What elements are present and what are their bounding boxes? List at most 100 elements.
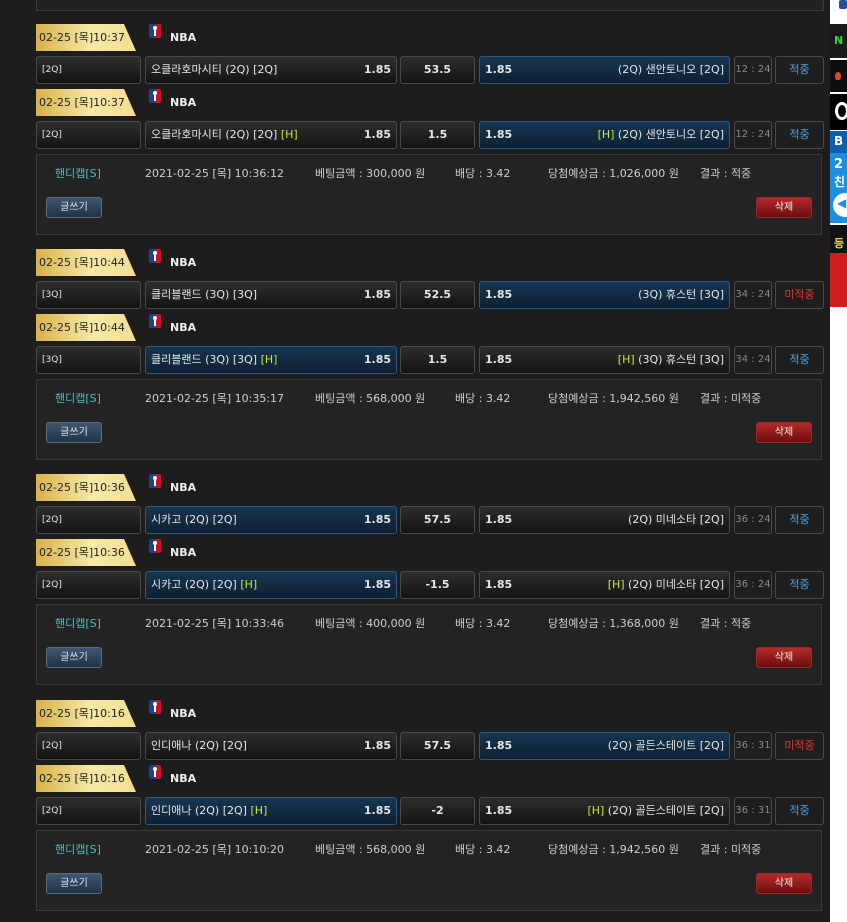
- sidebar-banner-red-label[interactable]: 등: [830, 233, 847, 253]
- write-button[interactable]: 글쓰기: [46, 422, 102, 443]
- bet-amount: 베팅금액 : 568,000 원: [315, 392, 426, 405]
- bet-odds: 배당 : 3.42: [455, 617, 511, 630]
- line-value[interactable]: -2: [400, 797, 475, 825]
- period-cell: [2Q]: [36, 797, 141, 825]
- sidebar-banner-b[interactable]: B: [830, 131, 847, 153]
- sidebar-banner-red[interactable]: [830, 253, 847, 307]
- date-badge: 02-25 [목]10:37: [36, 24, 136, 51]
- home-team-name: 인디애나 (2Q) [2Q]: [151, 733, 247, 759]
- away-team-label: (2Q) 골든스테이트 [2Q]: [607, 804, 724, 817]
- away-team-name: [H] (2Q) 샌안토니오 [2Q]: [598, 122, 724, 148]
- away-team-name: [H] (2Q) 골든스테이트 [2Q]: [587, 798, 724, 824]
- bet-type: 핸디캡[S]: [55, 392, 101, 405]
- home-team-option[interactable]: 클리블랜드 (3Q) [3Q] [H] 1.85: [145, 346, 397, 374]
- result-status: 적중: [775, 506, 824, 534]
- league-label: NBA: [170, 321, 197, 334]
- home-odds: 1.85: [363, 128, 391, 141]
- nba-logo-icon: [148, 314, 162, 328]
- away-team-option[interactable]: 1.85 [H] (3Q) 휴스턴 [3Q]: [479, 346, 730, 374]
- away-team-option[interactable]: 1.85 [H] (2Q) 샌안토니오 [2Q]: [479, 121, 730, 149]
- line-value[interactable]: -1.5: [400, 571, 475, 599]
- game-time: 12 : 24: [734, 56, 772, 84]
- home-team-option[interactable]: 시카고 (2Q) [2Q] 1.85: [145, 506, 397, 534]
- league-label: NBA: [170, 707, 197, 720]
- right-sidebar: N B 2 친 ◀ 등: [830, 0, 847, 922]
- line-value[interactable]: 57.5: [400, 732, 475, 760]
- home-team-label: 클리블랜드 (3Q) [3Q]: [151, 353, 258, 366]
- sidebar-banner-n[interactable]: N: [830, 24, 847, 58]
- home-team-option[interactable]: 인디애나 (2Q) [2Q] [H] 1.85: [145, 797, 397, 825]
- home-odds: 1.85: [363, 63, 391, 76]
- sidebar-divider: [830, 225, 847, 233]
- previous-bet-frame: [36, 0, 824, 11]
- result-status: 적중: [775, 797, 824, 825]
- sidebar-banner-blue[interactable]: 2 친 ◀: [830, 153, 847, 223]
- home-odds: 1.85: [363, 804, 391, 817]
- bet-summary: 핸디캡[S] 2021-02-25 [목] 10:10:20 베팅금액 : 568,…: [36, 830, 822, 911]
- sidebar-top-item[interactable]: [830, 0, 847, 22]
- bet-amount: 베팅금액 : 400,000 원: [315, 617, 426, 630]
- bet-row: 02-25 [목]10:16 NBA [2Q] 인디애나 (2Q) [2Q] [H] 1…: [0, 765, 830, 830]
- away-team-option[interactable]: 1.85 (2Q) 미네소타 [2Q]: [479, 506, 730, 534]
- bet-amount: 베팅금액 : 300,000 원: [315, 167, 426, 180]
- sidebar-banner-flame[interactable]: [830, 60, 847, 92]
- away-team-option[interactable]: 1.85 (3Q) 휴스턴 [3Q]: [479, 281, 730, 309]
- line-value[interactable]: 52.5: [400, 281, 475, 309]
- circle-logo-icon: [835, 102, 847, 120]
- nba-logo-icon: [148, 24, 162, 38]
- bet-row: 02-25 [목]10:37 NBA [2Q] 오클라호마시티 (2Q) [2Q] […: [0, 89, 830, 154]
- league-label: NBA: [170, 546, 197, 559]
- line-value[interactable]: 57.5: [400, 506, 475, 534]
- delete-button[interactable]: 삭제: [756, 647, 812, 668]
- sidebar-banner-n-text: N: [834, 34, 844, 47]
- line-value[interactable]: 1.5: [400, 346, 475, 374]
- league-label: NBA: [170, 96, 197, 109]
- date-badge: 02-25 [목]10:44: [36, 249, 136, 276]
- result-status: 미적중: [775, 281, 824, 309]
- result-status: 적중: [775, 571, 824, 599]
- home-team-option[interactable]: 오클라호마시티 (2Q) [2Q] [H] 1.85: [145, 121, 397, 149]
- write-button[interactable]: 글쓰기: [46, 873, 102, 894]
- away-odds: 1.85: [485, 804, 513, 817]
- home-team-option[interactable]: 시카고 (2Q) [2Q] [H] 1.85: [145, 571, 397, 599]
- line-value[interactable]: 1.5: [400, 121, 475, 149]
- delete-button[interactable]: 삭제: [756, 422, 812, 443]
- date-badge: 02-25 [목]10:16: [36, 700, 136, 727]
- write-button[interactable]: 글쓰기: [46, 647, 102, 668]
- home-team-option[interactable]: 클리블랜드 (3Q) [3Q] 1.85: [145, 281, 397, 309]
- write-button[interactable]: 글쓰기: [46, 197, 102, 218]
- away-team-label: (2Q) 샌안토니오 [2Q]: [617, 128, 724, 141]
- home-team-name: 시카고 (2Q) [2Q]: [151, 507, 237, 533]
- bet-group: 02-25 [목]10:44 NBA [3Q] 클리블랜드 (3Q) [3Q] 1.85…: [0, 249, 830, 461]
- bet-type: 핸디캡[S]: [55, 843, 101, 856]
- home-odds: 1.85: [363, 288, 391, 301]
- league-label: NBA: [170, 481, 197, 494]
- delete-button[interactable]: 삭제: [756, 873, 812, 894]
- away-odds: 1.85: [485, 288, 513, 301]
- delete-button[interactable]: 삭제: [756, 197, 812, 218]
- home-team-label: 오클라호마시티 (2Q) [2Q]: [151, 63, 278, 76]
- away-odds: 1.85: [485, 63, 513, 76]
- sidebar-banner-red-text: 등: [834, 237, 845, 250]
- sidebar-banner-circle[interactable]: [830, 94, 847, 130]
- away-team-option[interactable]: 1.85 (2Q) 골든스테이트 [2Q]: [479, 732, 730, 760]
- handicap-flag: [H]: [260, 353, 278, 366]
- period-cell: [2Q]: [36, 732, 141, 760]
- away-team-label: (2Q) 미네소타 [2Q]: [628, 513, 724, 526]
- bet-datetime: 2021-02-25 [목] 10:10:20: [145, 843, 285, 856]
- home-team-option[interactable]: 인디애나 (2Q) [2Q] 1.85: [145, 732, 397, 760]
- nba-logo-icon: [148, 539, 162, 553]
- handicap-flag: [H]: [617, 353, 635, 366]
- away-team-option[interactable]: 1.85 (2Q) 샌안토니오 [2Q]: [479, 56, 730, 84]
- away-team-option[interactable]: 1.85 [H] (2Q) 골든스테이트 [2Q]: [479, 797, 730, 825]
- period-cell: [3Q]: [36, 346, 141, 374]
- line-value[interactable]: 53.5: [400, 56, 475, 84]
- game-time: 34 : 24: [734, 281, 772, 309]
- date-badge: 02-25 [목]10:16: [36, 765, 136, 792]
- away-team-option[interactable]: 1.85 [H] (2Q) 미네소타 [2Q]: [479, 571, 730, 599]
- expected-payout: 당첨예상금 : 1,942,560 원: [548, 843, 679, 856]
- home-team-name: 오클라호마시티 (2Q) [2Q]: [151, 57, 277, 83]
- home-team-option[interactable]: 오클라호마시티 (2Q) [2Q] 1.85: [145, 56, 397, 84]
- nba-logo-icon: [148, 765, 162, 779]
- away-team-label: (2Q) 골든스테이트 [2Q]: [607, 739, 724, 752]
